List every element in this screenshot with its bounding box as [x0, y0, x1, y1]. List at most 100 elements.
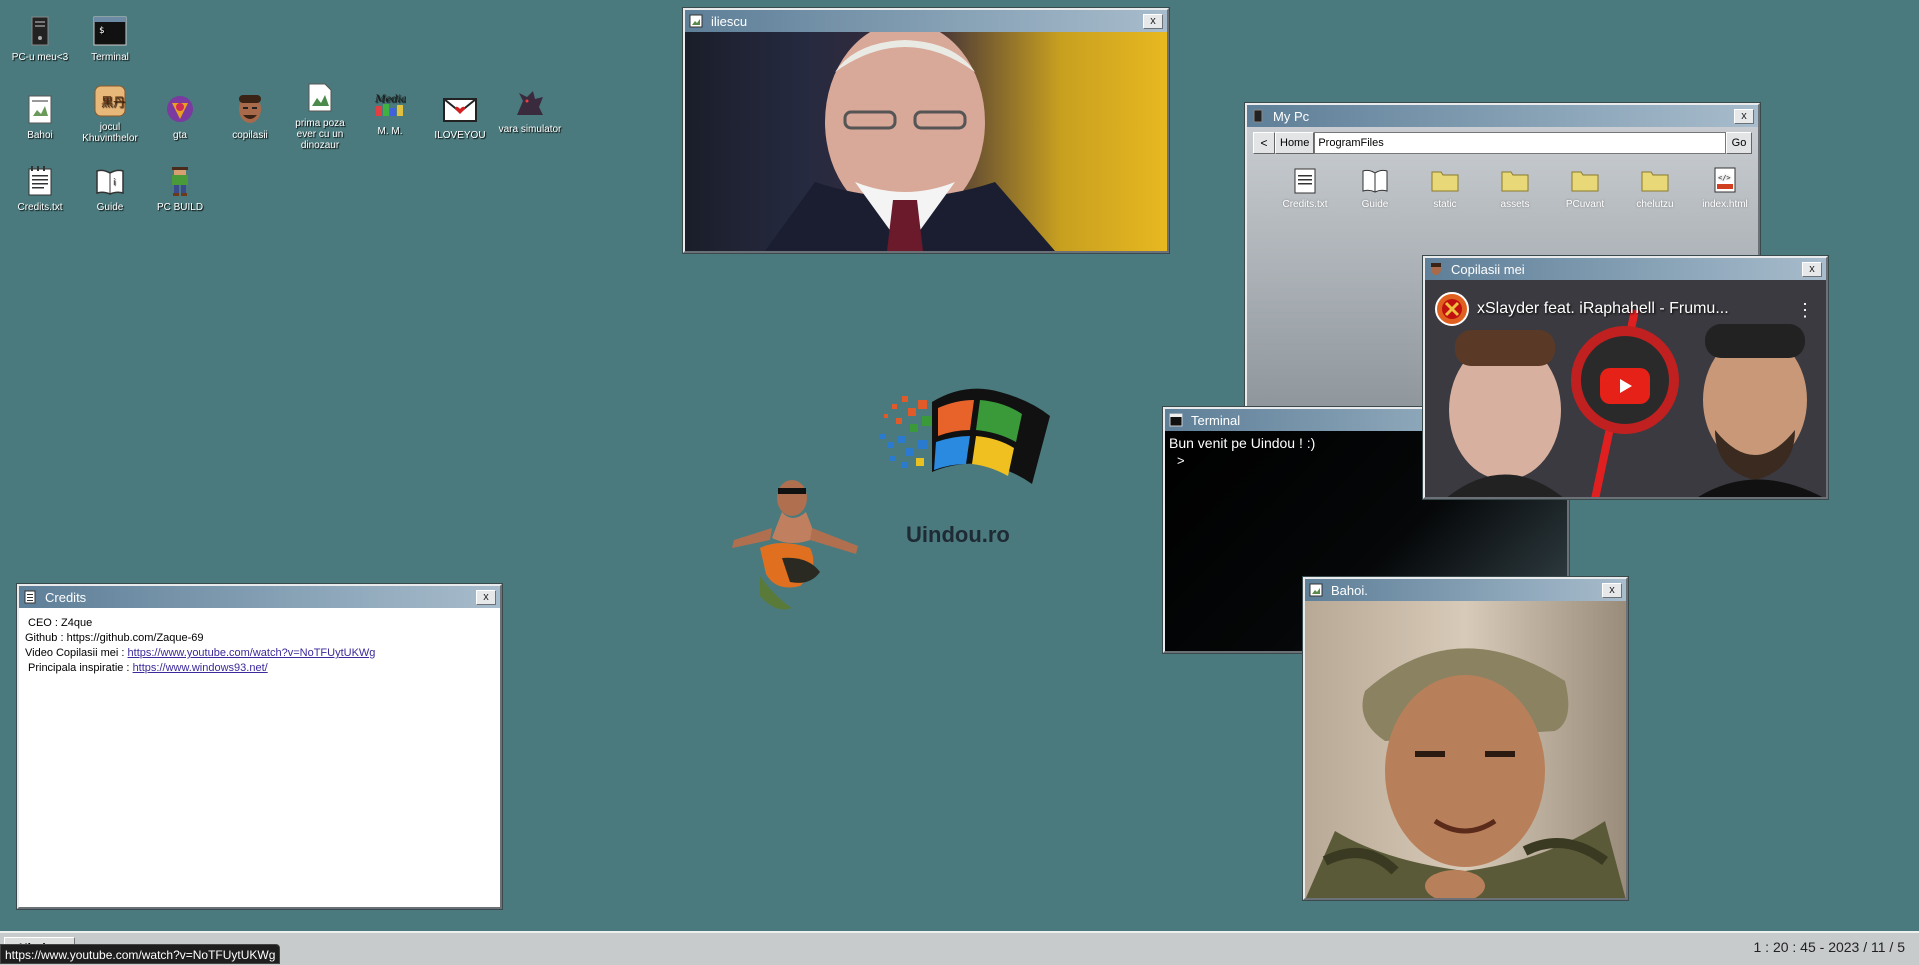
desktop-icon-label: vara simulator: [498, 124, 562, 135]
svg-text:Media: Media: [374, 94, 406, 105]
credits-window[interactable]: Credits x CEO : Z4que Github : https://g…: [17, 584, 502, 909]
desktop-icon-label: ILOVEYOU: [434, 130, 486, 141]
x-logo-icon: [1442, 299, 1462, 319]
svg-text:$: $: [99, 26, 104, 36]
file-label: PCuvant: [1565, 199, 1605, 210]
folder-static[interactable]: static: [1413, 165, 1477, 210]
file-guide[interactable]: Guide: [1343, 165, 1407, 210]
taskbar: Uindou 1 : 20 : 45 - 2023 / 11 / 5: [0, 931, 1919, 965]
file-label: chelutzu: [1636, 199, 1674, 210]
file-label: Credits.txt: [1282, 199, 1328, 210]
back-button[interactable]: <: [1253, 132, 1275, 154]
window-title: Copilasii mei: [1451, 261, 1525, 277]
folder-icon: [1640, 165, 1670, 195]
file-grid: Credits.txt Guide static assets PCuvant …: [1273, 165, 1757, 210]
desktop-icon-pcbuild[interactable]: PC BUILD: [148, 164, 212, 213]
desktop-icon-dinozaur[interactable]: prima poza ever cu un dinozaur: [288, 80, 352, 151]
close-button[interactable]: x: [1143, 13, 1163, 29]
desktop-icon-label: jocul Khuvinthelor: [82, 122, 138, 144]
desktop-icon-jocul[interactable]: 黒丹 jocul Khuvinthelor: [78, 84, 142, 144]
notepad-icon: [1290, 165, 1320, 195]
close-button[interactable]: x: [1602, 582, 1622, 598]
media-player-icon: Media: [373, 88, 407, 122]
desktop-icon-credits[interactable]: Credits.txt: [8, 164, 72, 213]
file-index[interactable]: </> index.html: [1693, 165, 1757, 210]
video-channel-avatar[interactable]: [1435, 292, 1469, 326]
path-input[interactable]: [1314, 132, 1726, 154]
gta-icon: [163, 92, 197, 126]
titlebar[interactable]: Credits x: [19, 586, 500, 608]
window-title: Bahoi.: [1331, 582, 1368, 598]
video-title[interactable]: xSlayder feat. iRaphahell - Frumu...: [1477, 300, 1797, 318]
bahoi-photo: [1305, 601, 1626, 898]
play-button[interactable]: [1600, 368, 1650, 404]
image-file-icon: [303, 80, 337, 114]
desktop-icon-iloveyou[interactable]: ILOVEYOU: [428, 92, 492, 141]
desktop-icon-mm[interactable]: Media M. M.: [358, 88, 422, 137]
window-title: iliescu: [711, 13, 748, 29]
copilasii-window[interactable]: Copilasii mei x xSlayder feat. iRaphahel…: [1423, 256, 1828, 499]
desktop-icon-label: Bahoi: [27, 130, 53, 141]
close-button[interactable]: x: [1802, 261, 1822, 277]
iliescu-window[interactable]: iliescu x: [683, 8, 1169, 253]
notepad-icon: [23, 92, 57, 126]
desktop-icon-copilasii[interactable]: copilasii: [218, 92, 282, 141]
titlebar[interactable]: iliescu x: [685, 10, 1167, 32]
love-letter-icon: [443, 92, 477, 126]
desktop-icon-label: PC-u meu<3: [11, 52, 69, 63]
dragon-icon: [513, 86, 547, 120]
desktop-icon-label: Credits.txt: [17, 202, 63, 213]
folder-pcuvant[interactable]: PCuvant: [1553, 165, 1617, 210]
computer-tower-icon: [23, 14, 57, 48]
file-label: index.html: [1702, 199, 1748, 210]
desktop-icon-label: copilasii: [232, 130, 268, 141]
status-url-tooltip: https://www.youtube.com/watch?v=NoTFUytU…: [0, 944, 281, 964]
credits-ceo: CEO : Z4que: [28, 617, 93, 629]
desktop-icon-label: prima poza ever cu un dinozaur: [295, 118, 345, 151]
desktop-icon-label: Terminal: [91, 52, 129, 63]
home-button[interactable]: Home: [1275, 132, 1315, 154]
credits-inspiration-label: Principala inspiratie :: [28, 662, 133, 674]
bahoi-window[interactable]: Bahoi. x: [1303, 577, 1628, 900]
close-button[interactable]: x: [1734, 108, 1754, 124]
folder-icon: [1430, 165, 1460, 195]
desktop-icon-label: Guide: [96, 202, 124, 213]
file-label: assets: [1500, 199, 1530, 210]
notepad-icon: [23, 164, 57, 198]
inspiration-link[interactable]: https://www.windows93.net/: [133, 662, 268, 674]
desktop-icon-gta[interactable]: gta: [148, 92, 212, 141]
video-link[interactable]: https://www.youtube.com/watch?v=NoTFUytU…: [128, 647, 376, 659]
go-button[interactable]: Go: [1726, 132, 1752, 154]
video-menu-icon[interactable]: ⋮: [1796, 300, 1814, 321]
youtube-embed[interactable]: xSlayder feat. iRaphahell - Frumu... ⋮: [1425, 280, 1826, 497]
folder-chelutzu[interactable]: chelutzu: [1623, 165, 1687, 210]
desktop-icon-terminal[interactable]: $ Terminal: [78, 14, 142, 63]
file-credits[interactable]: Credits.txt: [1273, 165, 1337, 210]
desktop-icon-bahoi[interactable]: Bahoi: [8, 92, 72, 141]
window-title: My Pc: [1273, 108, 1310, 124]
face-icon: [233, 92, 267, 126]
folder-assets[interactable]: assets: [1483, 165, 1547, 210]
play-icon: [1620, 379, 1632, 393]
credits-github: Github : https://github.com/Zaque-69: [25, 632, 204, 644]
desktop-icon-label: gta: [173, 130, 187, 141]
folder-icon: [1500, 165, 1530, 195]
dancing-man-image[interactable]: [720, 468, 870, 618]
game-icon: 黒丹: [93, 84, 127, 118]
desktop-icon-guide[interactable]: i Guide: [78, 164, 142, 213]
titlebar[interactable]: Bahoi. x: [1305, 579, 1626, 601]
titlebar[interactable]: Copilasii mei x: [1425, 258, 1826, 280]
terminal-icon: $: [93, 14, 127, 48]
desktop-icon-vara[interactable]: vara simulator: [498, 86, 562, 135]
desktop-icon-pc[interactable]: PC-u meu<3: [8, 14, 72, 63]
computer-tower-icon: [1251, 109, 1265, 123]
titlebar[interactable]: My Pc x: [1247, 105, 1758, 127]
credits-video-label: Video Copilasii mei :: [25, 647, 128, 659]
file-label: static: [1433, 199, 1457, 210]
desktop-icon-label: M. M.: [377, 126, 403, 137]
clock: 1 : 20 : 45 - 2023 / 11 / 5: [1753, 939, 1905, 955]
close-button[interactable]: x: [476, 589, 496, 605]
window-title: Credits: [45, 589, 87, 605]
svg-text:i: i: [113, 178, 116, 188]
iliescu-photo: [685, 32, 1167, 251]
